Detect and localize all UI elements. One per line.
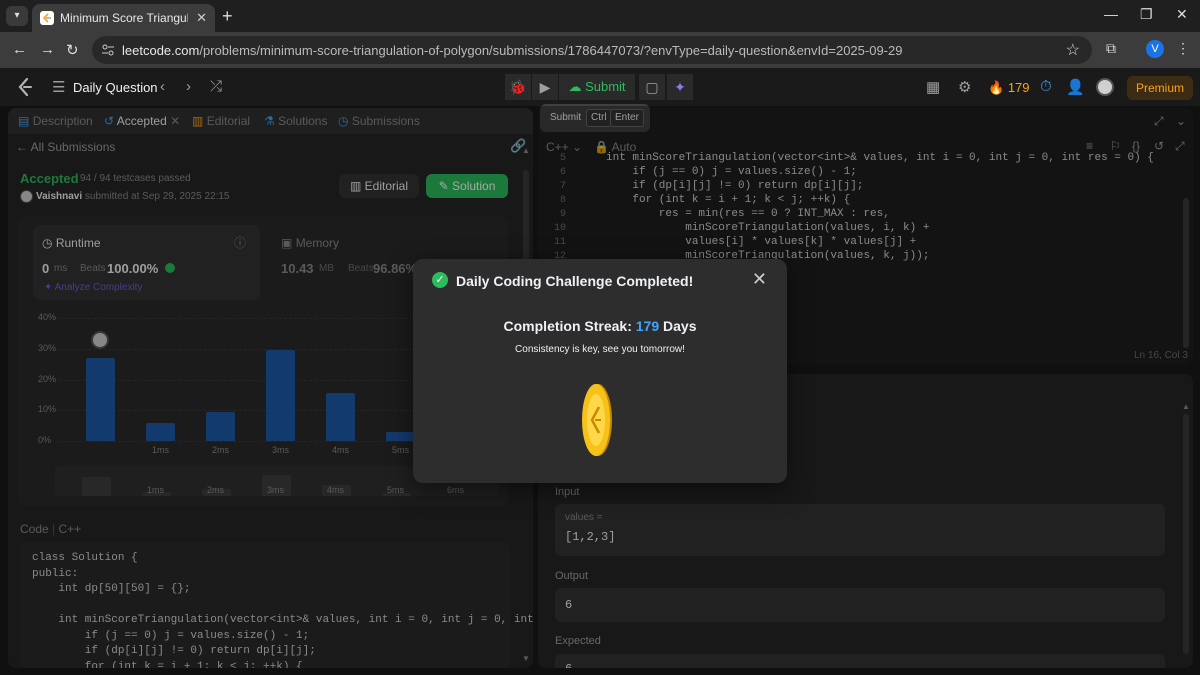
streak-count: 179 <box>1007 80 1030 95</box>
maximize-icon[interactable]: ❐ <box>1140 6 1153 23</box>
add-friend-icon[interactable]: 👤 <box>1066 78 1085 96</box>
fire-icon: 🔥 <box>988 80 1005 95</box>
close-window-icon[interactable]: ✕ <box>1176 6 1188 23</box>
back-arrow-icon[interactable]: ← <box>12 41 27 58</box>
leetcode-coin-icon <box>582 384 612 456</box>
minimize-icon[interactable]: — <box>1104 6 1118 22</box>
url-host: leetcode.com <box>122 43 200 58</box>
settings-gear-icon[interactable]: ⚙ <box>958 78 971 96</box>
prev-problem-icon[interactable]: ‹ <box>160 78 165 95</box>
forward-arrow-icon[interactable]: → <box>40 41 55 58</box>
browser-tab[interactable]: Minimum Score Triangulation o ✕ <box>32 4 215 32</box>
browser-menu-icon[interactable]: ⋮ <box>1176 40 1190 57</box>
modal-close-icon[interactable]: ✕ <box>752 269 767 290</box>
tab-search-chevron-icon[interactable]: ▾ <box>6 6 28 26</box>
leetcode-favicon-icon <box>40 11 54 25</box>
timer-icon[interactable]: ⏱ <box>1040 78 1052 95</box>
streak-value: 179 <box>635 318 660 334</box>
reload-icon[interactable]: ↻ <box>66 41 79 59</box>
daily-question-title[interactable]: Daily Question <box>73 80 158 95</box>
url-field[interactable]: leetcode.com/problems/minimum-score-tria… <box>92 36 1092 64</box>
problem-list-icon[interactable]: ☰ <box>52 78 65 96</box>
submit-button[interactable]: ☁ Submit <box>559 74 635 100</box>
user-avatar[interactable] <box>1096 78 1114 96</box>
next-problem-icon[interactable]: › <box>186 78 191 95</box>
notes-icon[interactable]: ▢ <box>639 74 665 100</box>
tab-title: Minimum Score Triangulation o <box>60 11 188 25</box>
ai-sparkle-icon[interactable]: ✦ <box>667 74 693 100</box>
browser-profile-avatar[interactable]: V <box>1146 40 1164 58</box>
check-circle-icon: ✓ <box>432 272 448 288</box>
leetcode-logo-icon[interactable] <box>16 77 34 97</box>
tab-close-icon[interactable]: ✕ <box>196 10 207 26</box>
address-bar-row: ← → ↻ leetcode.com/problems/minimum-scor… <box>0 32 1200 68</box>
site-info-icon[interactable] <box>100 42 116 58</box>
browser-tab-bar: ▾ Minimum Score Triangulation o ✕ + — ❐ … <box>0 0 1200 32</box>
url-path: /problems/minimum-score-triangulation-of… <box>199 43 903 58</box>
modal-title: Daily Coding Challenge Completed! <box>456 273 694 289</box>
bookmark-star-icon[interactable]: ☆ <box>1066 40 1080 60</box>
submit-label: Submit <box>585 79 626 94</box>
streak-label: Completion Streak: <box>503 318 632 334</box>
daily-challenge-modal: ✓ Daily Coding Challenge Completed! ✕ Co… <box>413 259 787 483</box>
run-play-icon[interactable]: ▶ <box>532 74 558 100</box>
modal-subtitle: Consistency is key, see you tomorrow! <box>515 344 685 355</box>
shuffle-icon[interactable]: ⤮ <box>210 78 222 95</box>
streak-counter[interactable]: 🔥 179 <box>988 80 1030 96</box>
premium-button[interactable]: Premium <box>1127 76 1193 100</box>
layout-grid-icon[interactable]: ▦ <box>926 78 940 96</box>
upload-cloud-icon: ☁ <box>568 79 582 94</box>
debug-icon[interactable]: 🐞 <box>505 74 531 100</box>
extensions-icon[interactable]: ⧉ <box>1106 40 1116 57</box>
streak-unit: Days <box>663 318 697 334</box>
completion-streak: Completion Streak: 179 Days <box>413 318 787 334</box>
new-tab-icon[interactable]: + <box>222 6 233 27</box>
